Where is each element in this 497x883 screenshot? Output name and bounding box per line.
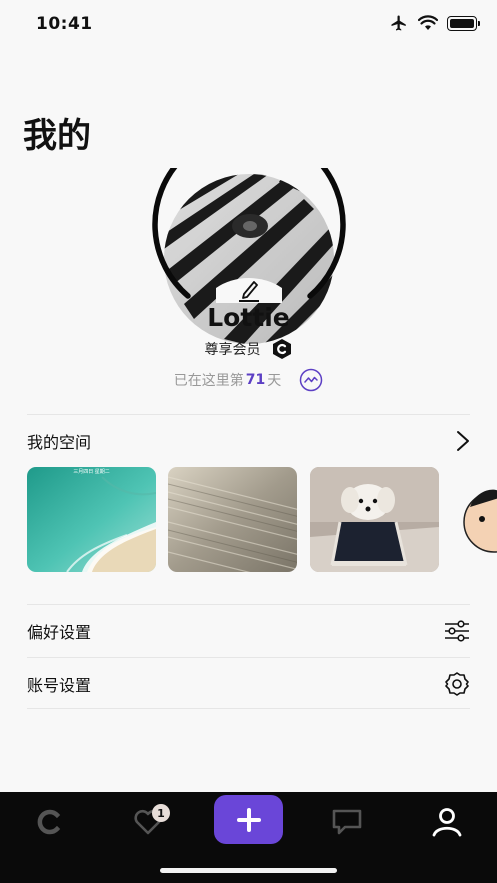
tab-home[interactable] [19,802,79,842]
status-bar: 10:41 [0,0,497,50]
airplane-icon [391,15,406,31]
edit-avatar-button[interactable] [234,275,264,305]
plus-icon [236,807,261,832]
create-button[interactable] [214,795,283,844]
divider [27,604,470,605]
account-settings-row[interactable]: 账号设置 [27,659,470,709]
avatar[interactable] [150,168,348,344]
days-prefix: 已在这里第 [173,373,244,389]
chevron-right-icon[interactable] [456,430,470,452]
status-time: 10:41 [36,14,93,34]
beach-image [27,467,156,572]
space-thumbnail-texture[interactable] [168,467,297,572]
person-icon [432,808,462,837]
preferences-label: 偏好设置 [27,623,92,642]
divider [27,657,470,658]
username: Lottie [207,303,290,332]
puppy-image [310,467,439,572]
space-thumbnail-puppy[interactable] [310,467,439,572]
space-thumbnail-beach[interactable]: 三月四日 星期二 [27,467,156,572]
my-space-title: 我的空间 [27,433,92,452]
account-settings-label: 账号设置 [27,676,92,695]
days-row: 已在这里第 71 天 [0,368,497,392]
days-count: 71 [245,372,266,388]
preferences-row[interactable]: 偏好设置 [27,606,470,656]
favorites-badge: 1 [152,804,170,822]
texture-image [168,467,297,572]
days-suffix: 天 [267,373,282,389]
thumbnail-caption: 三月四日 星期二 [73,469,110,475]
battery-icon [447,15,480,31]
divider [27,708,470,709]
space-thumbnail-cartoon[interactable] [452,467,497,572]
gear-icon [445,672,469,696]
membership-badge-icon [272,339,291,359]
home-indicator [160,868,337,873]
membership-row: 尊享会员 [0,338,497,360]
pencil-icon [239,281,259,302]
tab-favorites[interactable]: 1 [118,802,178,842]
chat-icon [332,809,362,835]
sliders-icon [445,620,469,642]
cartoon-image [452,467,497,572]
c-logo-icon [37,809,61,835]
divider [27,414,470,415]
trend-icon[interactable] [299,368,323,392]
page-title: 我的 [23,116,91,156]
tab-profile[interactable] [417,802,477,842]
my-space-header[interactable]: 我的空间 [27,428,470,454]
tab-messages[interactable] [317,802,377,842]
membership-label: 尊享会员 [204,342,261,358]
space-gallery[interactable]: 三月四日 星期二 [27,467,497,573]
wifi-icon [418,15,438,30]
status-icons [389,14,480,32]
